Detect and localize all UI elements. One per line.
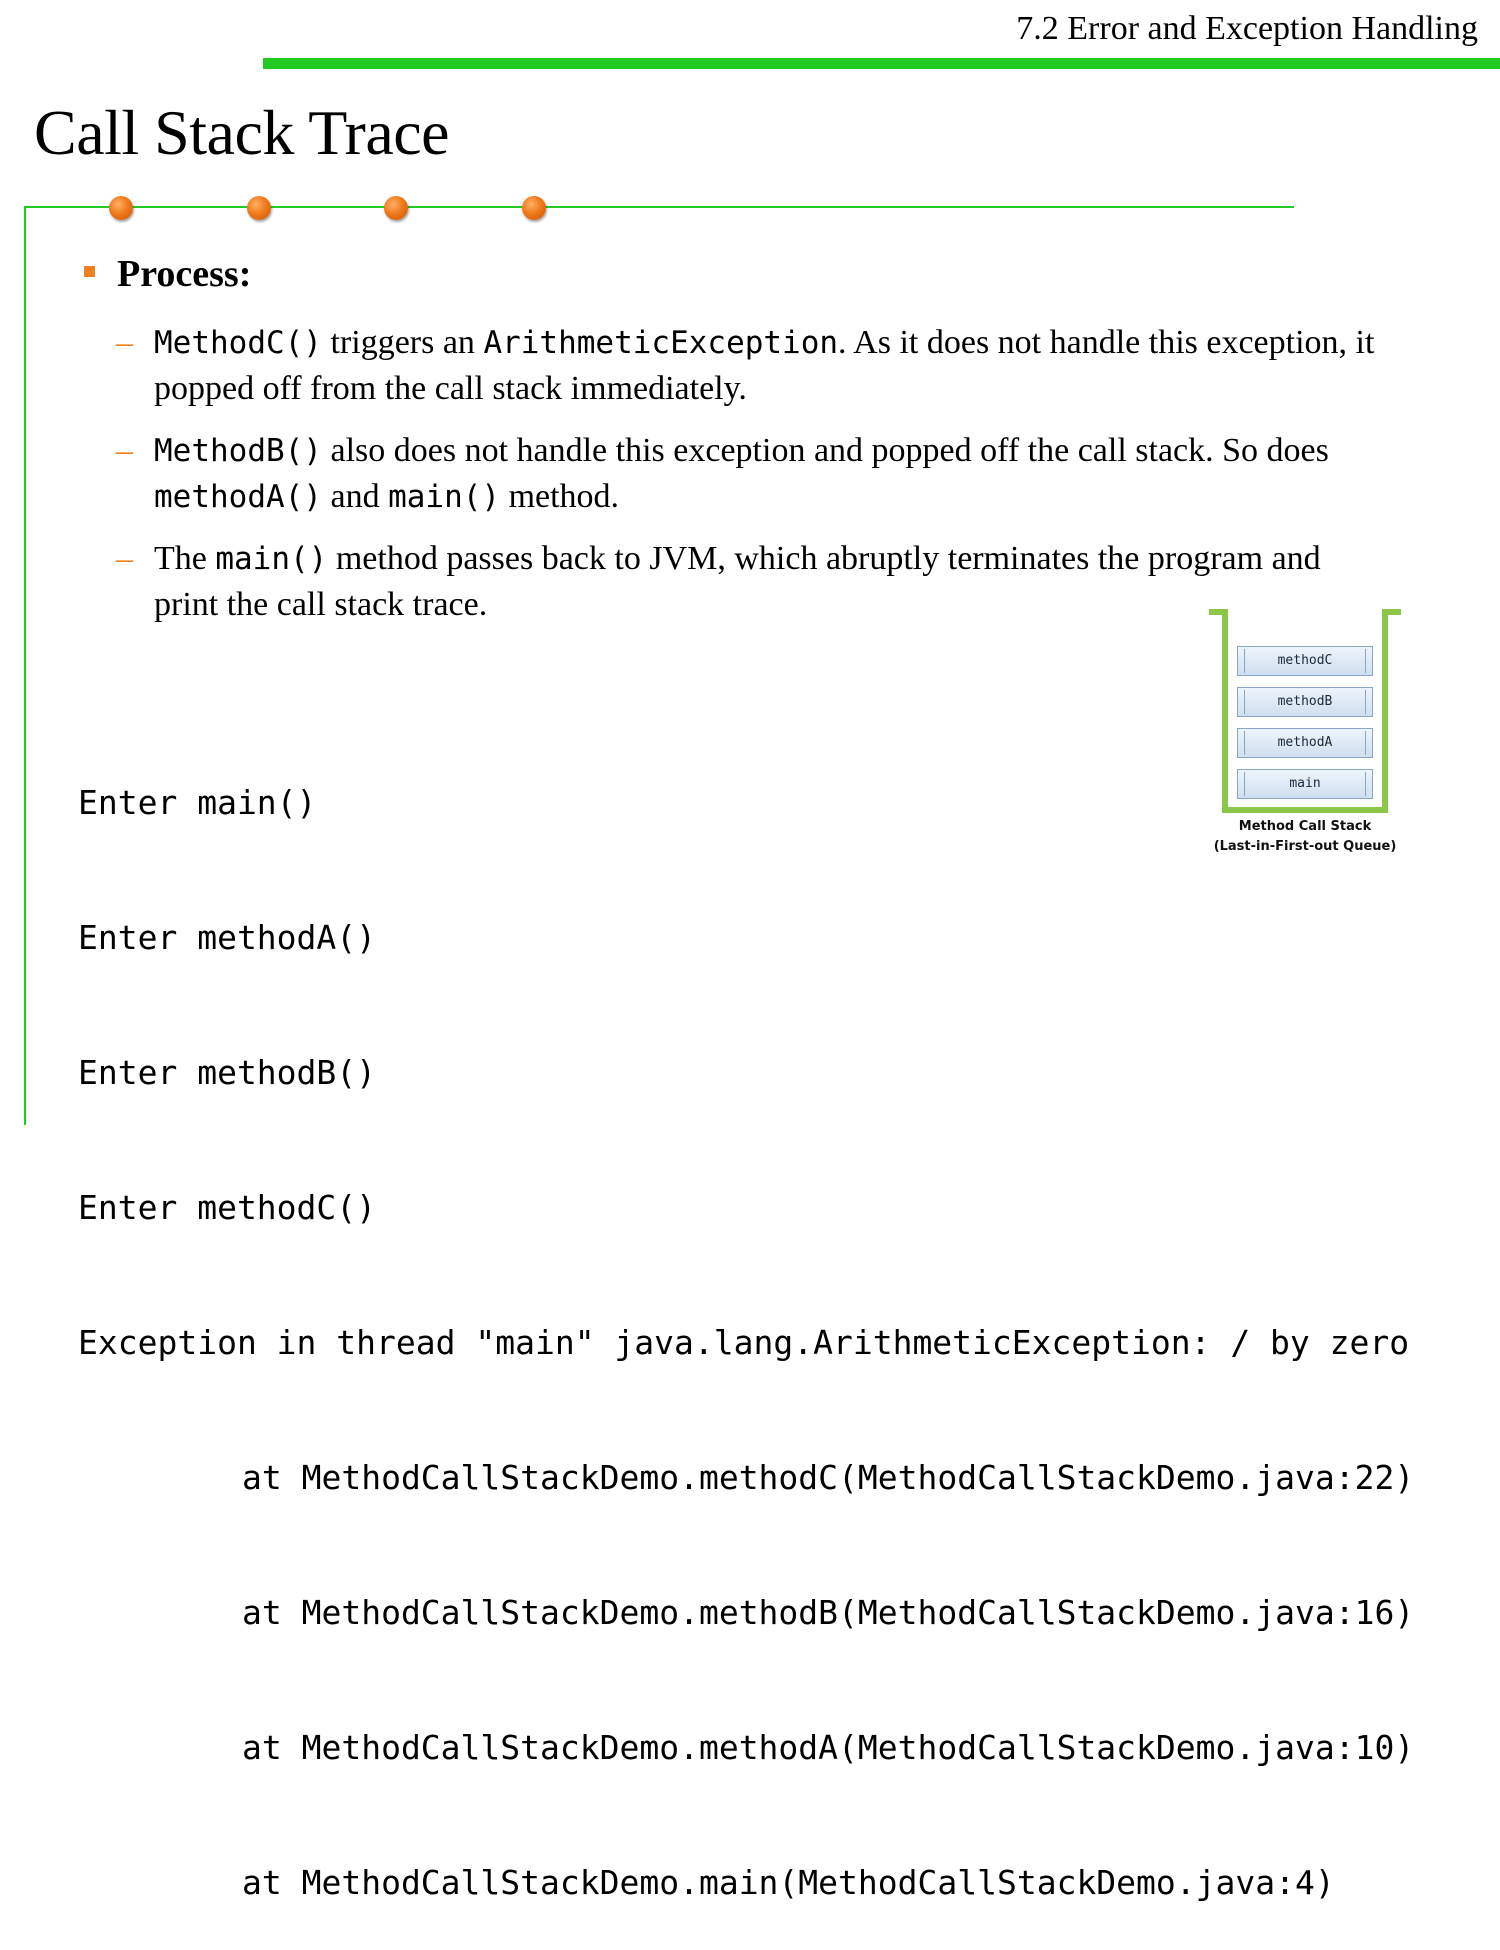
stack-caption: Method Call Stack (Last-in-First-out Que… [1200, 817, 1410, 857]
console-line: Enter methodC() [78, 1188, 377, 1227]
header-rule [263, 58, 1500, 69]
stack-wall-right [1382, 609, 1388, 813]
text-segment: method passes back to JVM, which abruptl… [154, 540, 1321, 623]
stack-trace-line: at MethodCallStackDemo.methodA(MethodCal… [242, 1728, 1415, 1767]
stack-trace-line: at MethodCallStackDemo.methodC(MethodCal… [242, 1458, 1415, 1497]
decor-dot-3 [384, 196, 408, 220]
console-output: Enter main() Enter methodA() Enter metho… [78, 690, 1414, 1950]
frame-left-line [24, 206, 26, 1125]
code-methodc: MethodC() [154, 325, 322, 361]
stack-frame-methoda: methodA [1237, 728, 1373, 758]
subpoint-2: – MethodB() also does not handle this ex… [116, 428, 1384, 520]
subpoint-1: – MethodC() triggers an ArithmeticExcept… [116, 320, 1384, 411]
stack-frame-methodc: methodC [1237, 646, 1373, 676]
text-segment: method. [500, 478, 620, 515]
text-segment: The [154, 540, 216, 577]
dash-marker: – [116, 540, 133, 577]
dash-marker: – [116, 324, 133, 361]
console-line: Enter methodA() [78, 918, 377, 957]
console-line: Exception in thread "main" java.lang.Ari… [78, 1323, 1410, 1362]
code-main: main() [388, 479, 501, 515]
decor-dot-1 [109, 196, 133, 220]
call-stack-diagram: methodC methodB methodA main [1209, 609, 1401, 813]
console-line: Enter methodB() [78, 1053, 377, 1092]
stack-trace-line: at MethodCallStackDemo.methodB(MethodCal… [242, 1593, 1415, 1632]
code-main: main() [215, 541, 328, 577]
bullet-heading: Process: [117, 253, 252, 295]
bullet-square [84, 266, 95, 277]
stack-bottom [1222, 807, 1388, 813]
decor-dot-2 [247, 196, 271, 220]
decor-dot-4 [522, 196, 546, 220]
stack-trace-line: at MethodCallStackDemo.main(MethodCallSt… [242, 1863, 1335, 1902]
subpoint-3: – The main() method passes back to JVM, … [116, 536, 1384, 627]
stack-frame-methodb: methodB [1237, 687, 1373, 717]
text-segment: also does not handle this exception and … [321, 432, 1329, 469]
stack-lip-left [1209, 609, 1228, 615]
stack-frame-main: main [1237, 769, 1373, 799]
stack-wall-left [1222, 609, 1228, 813]
stack-caption-title: Method Call Stack [1238, 819, 1372, 834]
code-arithmetic-exception: ArithmeticException [483, 325, 839, 361]
code-methoda: methodA() [154, 479, 322, 515]
section-header: 7.2 Error and Exception Handling [1016, 10, 1478, 47]
stack-caption-subtitle: (Last-in-First-out Queue) [1213, 839, 1397, 854]
slide-title: Call Stack Trace [34, 97, 450, 168]
stack-lip-right [1382, 609, 1401, 615]
dash-marker: – [116, 432, 133, 469]
text-segment: triggers an [321, 324, 484, 361]
code-methodb: MethodB() [154, 433, 322, 469]
text-segment: and [321, 478, 389, 515]
frame-top-line [24, 206, 1294, 208]
